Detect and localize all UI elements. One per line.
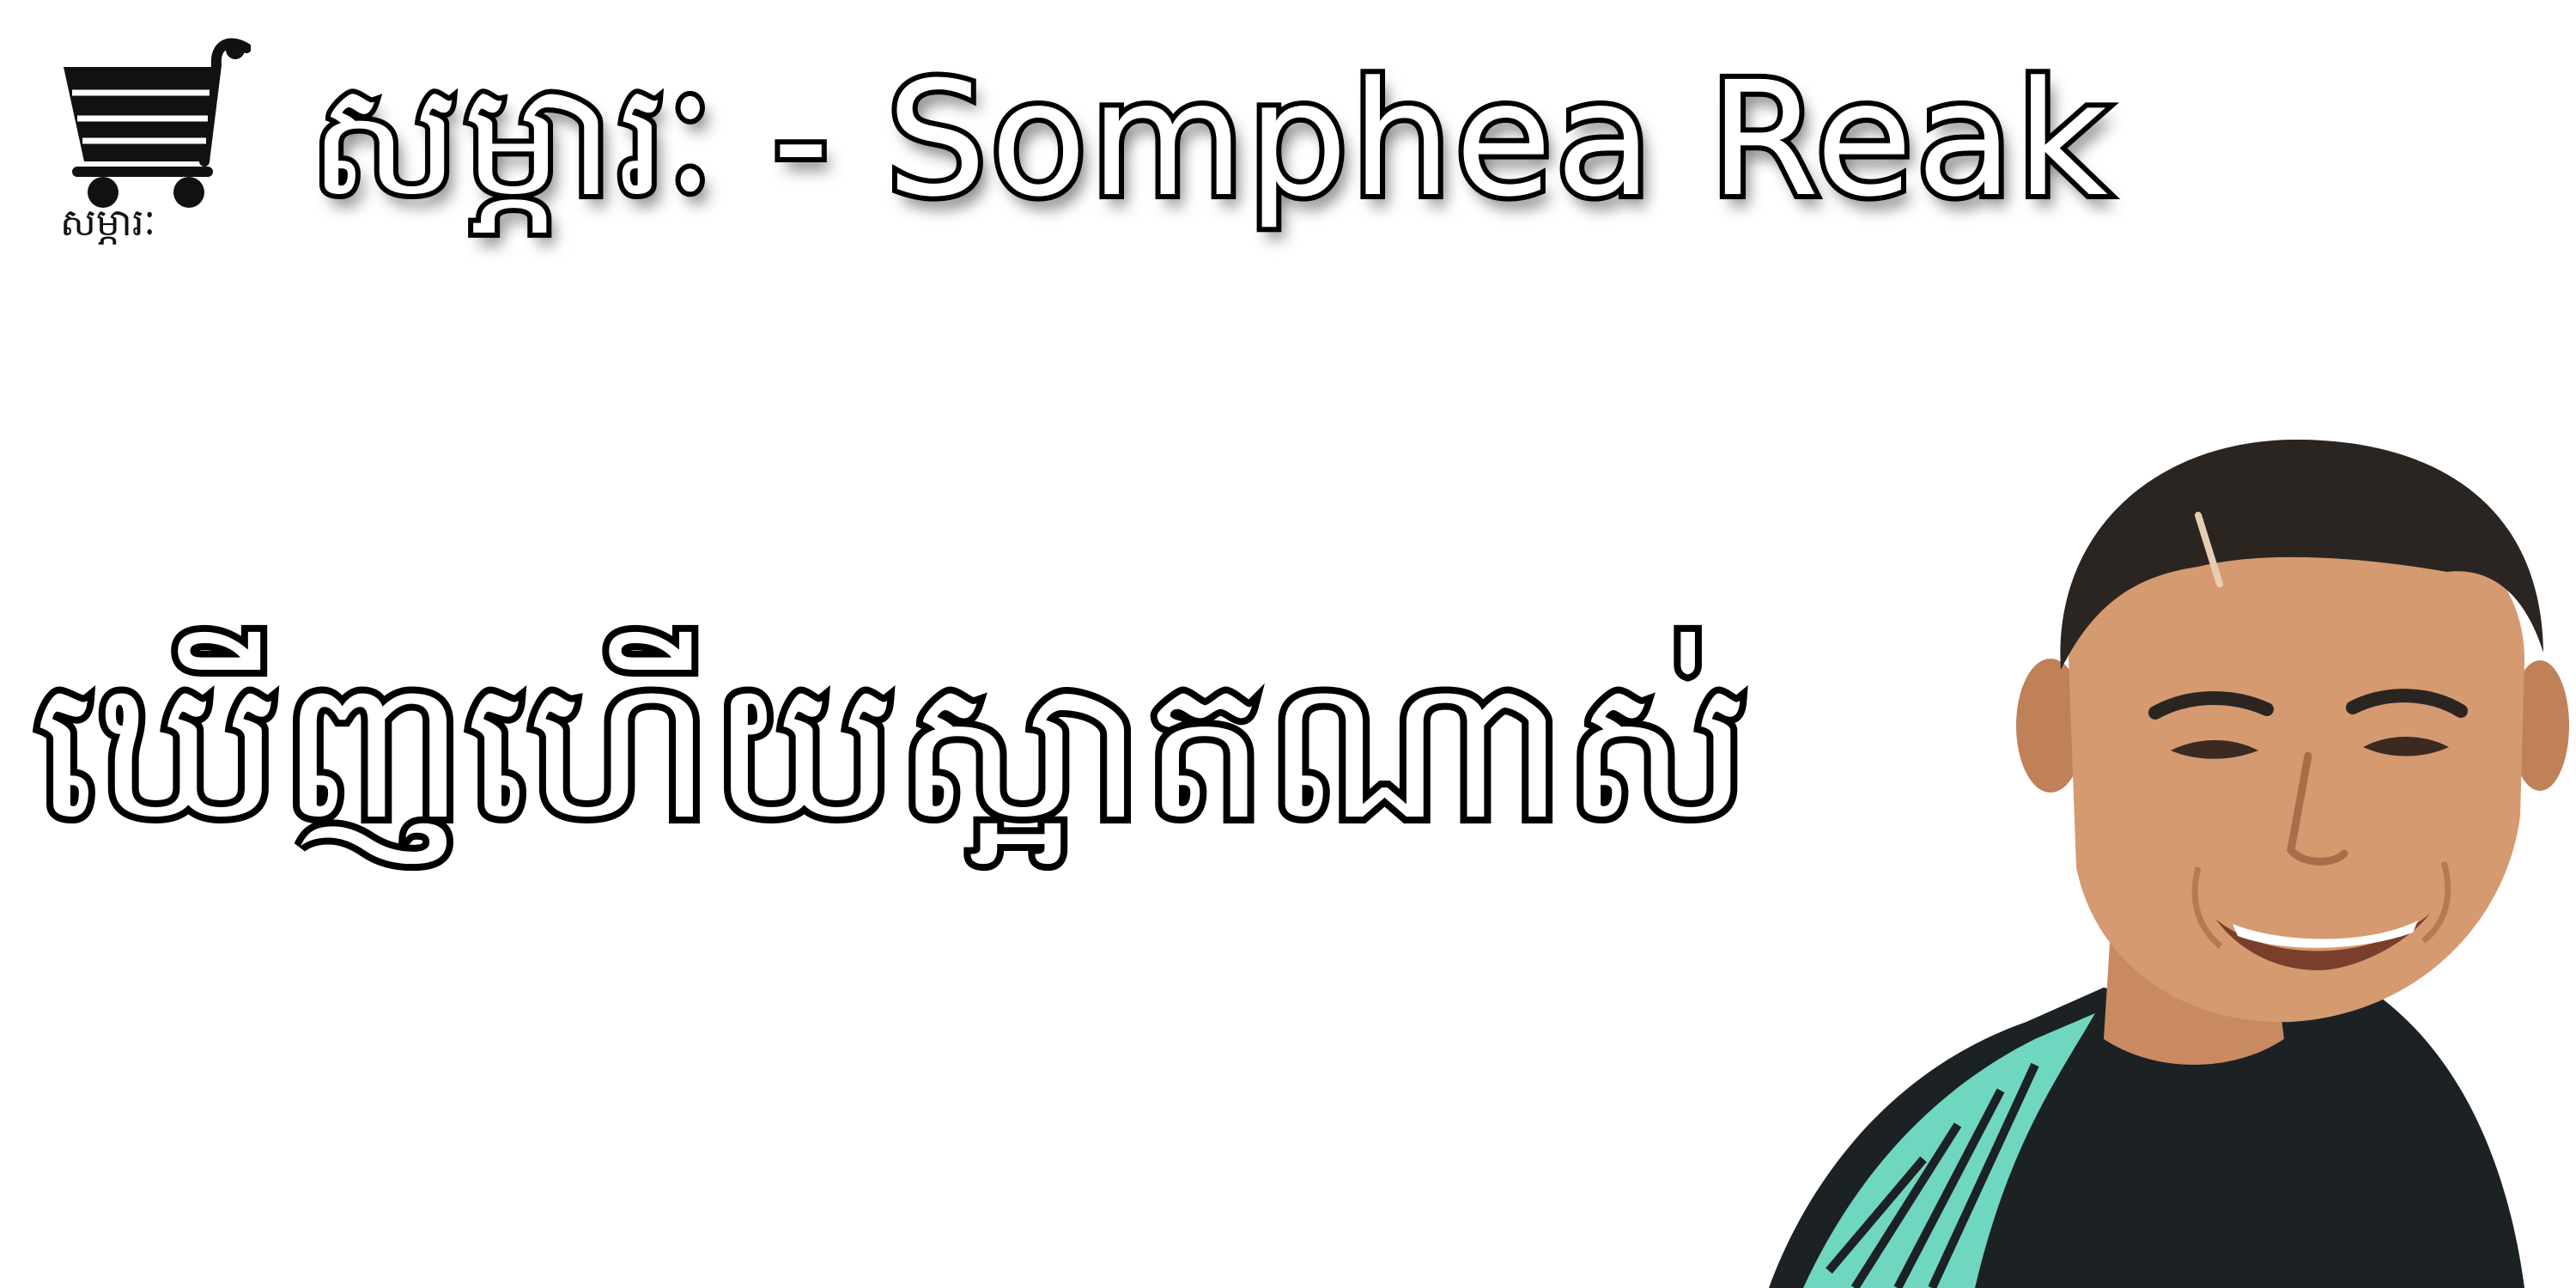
- main-caption: ឃើញហើយស្អាតណាស់: [27, 630, 1756, 870]
- person-illustration: [1769, 439, 2569, 1288]
- shopping-cart-icon: [64, 38, 251, 208]
- person-photo: [1752, 421, 2576, 1288]
- brand-logo: សម្ភារៈ: [53, 33, 251, 264]
- logo-caption: សម្ភារៈ: [60, 201, 156, 245]
- page-title: សម្ភារៈ - Somphea Reak: [304, 43, 2113, 237]
